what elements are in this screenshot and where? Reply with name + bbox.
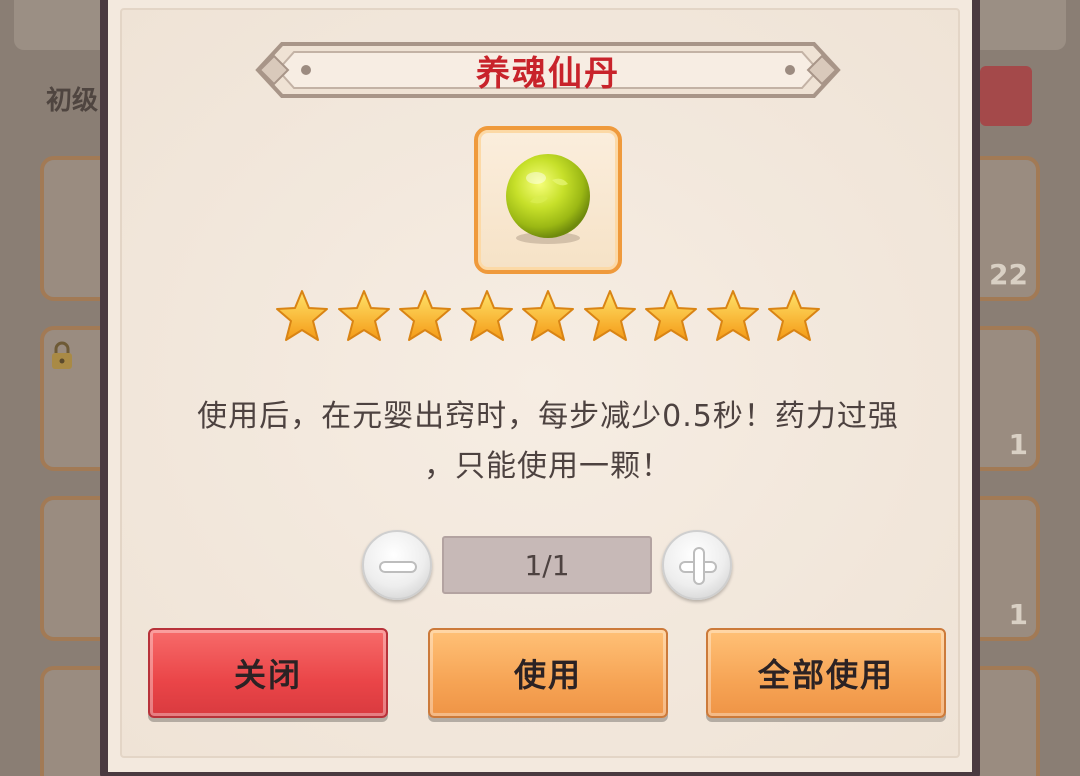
star-icon xyxy=(460,290,513,341)
item-description-line-2: ，只能使用一颗！ xyxy=(424,449,672,484)
item-detail-dialog: 养魂仙丹 使用后，在元婴出窍时，每步减少0.5秒！药力过强 ，只能使用一颗！ 1… xyxy=(100,0,980,776)
star-icon xyxy=(768,290,820,341)
star-icon xyxy=(337,290,390,341)
lock-icon xyxy=(52,341,72,369)
quantity-field[interactable]: 1/1 xyxy=(442,536,652,594)
increase-quantity-button[interactable] xyxy=(662,530,732,600)
title-banner: 养魂仙丹 xyxy=(254,32,842,108)
use-button[interactable]: 使用 xyxy=(428,628,668,718)
star-icon xyxy=(399,290,451,341)
star-icon xyxy=(583,290,636,341)
inventory-sort-button xyxy=(980,66,1032,126)
star-rating xyxy=(274,288,822,346)
inventory-category-label: 初级 xyxy=(46,86,99,116)
inventory-slot-count: 1 xyxy=(1008,598,1028,631)
use-all-button[interactable]: 全部使用 xyxy=(706,628,946,718)
item-description-line-1: 使用后，在元婴出窍时，每步减少0.5秒！药力过强 xyxy=(197,399,899,434)
star-icon xyxy=(706,290,759,341)
decrease-quantity-button[interactable] xyxy=(362,530,432,600)
close-button[interactable]: 关闭 xyxy=(148,628,388,718)
inventory-slot-count: 1 xyxy=(1008,428,1028,461)
item-title: 养魂仙丹 xyxy=(476,53,620,94)
item-icon-frame xyxy=(474,126,622,274)
star-icon xyxy=(645,290,697,341)
inventory-slot-count: 22 xyxy=(989,258,1028,291)
star-icon xyxy=(522,290,574,341)
item-description: 使用后，在元婴出窍时，每步减少0.5秒！药力过强 ，只能使用一颗！ xyxy=(144,392,952,492)
pill-orb-icon xyxy=(506,154,590,244)
star-icon xyxy=(276,290,328,341)
